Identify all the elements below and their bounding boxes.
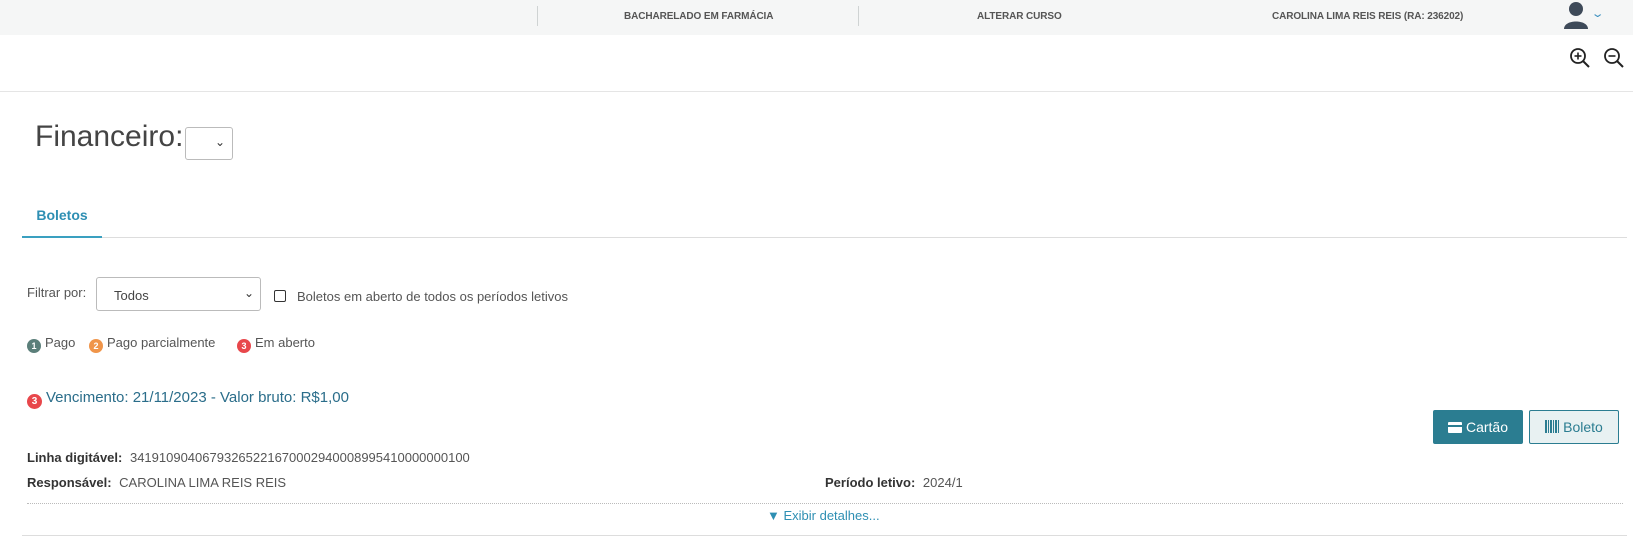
legend-label: Pago	[45, 335, 76, 350]
chevron-down-icon: ⌄	[243, 286, 254, 300]
filter-selected-value: Todos	[114, 288, 149, 303]
boleto-button-label: Boleto	[1563, 419, 1603, 435]
chevron-down-icon[interactable]: ⌄	[1591, 7, 1605, 20]
zoom-in-icon[interactable]	[1569, 47, 1591, 69]
credit-card-icon	[1447, 422, 1462, 433]
legend-label: Em aberto	[255, 335, 315, 350]
tab-bar: Boletos	[22, 200, 1627, 238]
barcode-icon	[1545, 420, 1561, 433]
page-title: Financeiro:	[35, 120, 184, 153]
boleto-title-link[interactable]: 3 Vencimento: 21/11/2023 - Valor bruto: R…	[27, 389, 349, 409]
nav-divider	[537, 6, 538, 26]
divider	[27, 503, 1623, 504]
legend-item-pago-parcialmente: 2 Pago parcialmente	[89, 335, 215, 353]
chevron-down-icon: ⌄	[214, 135, 225, 149]
pay-card-label: Cartão	[1465, 419, 1509, 435]
toolbar	[0, 35, 1633, 92]
status-badge: 3	[27, 394, 42, 409]
boleto-title-text: Vencimento: 21/11/2023 - Valor bruto: R$…	[46, 389, 349, 406]
periodo-letivo-value: 2024/1	[922, 475, 963, 490]
legend-label: Pago parcialmente	[107, 335, 216, 350]
status-badge: 2	[89, 339, 103, 353]
tab-boletos[interactable]: Boletos	[22, 200, 102, 238]
user-avatar-icon[interactable]	[1563, 1, 1589, 29]
divider	[22, 535, 1627, 536]
linha-digitavel-value: 3419109040679326522167000294000899541000…	[129, 450, 470, 465]
filter-select[interactable]: Todos ⌄	[96, 277, 261, 311]
periodo-letivo-label: Período letivo:	[825, 475, 916, 490]
nav-change-course[interactable]: ALTERAR CURSO	[977, 11, 1062, 22]
status-badge: 1	[27, 339, 41, 353]
responsavel-label: Responsável:	[27, 475, 112, 490]
responsavel: Responsável: CAROLINA LIMA REIS REIS	[27, 475, 286, 490]
pay-card-button[interactable]: Cartão	[1433, 410, 1523, 444]
filter-label: Filtrar por:	[27, 285, 87, 300]
zoom-out-icon[interactable]	[1603, 47, 1625, 69]
periodo-letivo: Período letivo: 2024/1	[825, 475, 963, 490]
top-navbar: BACHARELADO EM FARMÁCIA ALTERAR CURSO CA…	[0, 0, 1633, 35]
nav-divider	[858, 6, 859, 26]
linha-digitavel: Linha digitável: 34191090406793265221670…	[27, 450, 470, 465]
financeiro-select[interactable]: ⌄	[185, 127, 233, 160]
responsavel-value: CAROLINA LIMA REIS REIS	[119, 475, 287, 490]
status-badge: 3	[237, 339, 251, 353]
legend-item-em-aberto: 3 Em aberto	[237, 335, 315, 353]
show-details-link[interactable]: ▼ Exibir detalhes...	[767, 508, 880, 523]
nav-course[interactable]: BACHARELADO EM FARMÁCIA	[624, 11, 773, 22]
linha-digitavel-label: Linha digitável:	[27, 450, 123, 465]
open-boletos-checkbox[interactable]	[274, 290, 286, 302]
nav-user-name[interactable]: CAROLINA LIMA REIS REIS (RA: 236202)	[1272, 11, 1463, 22]
legend-item-pago: 1 Pago	[27, 335, 75, 353]
boleto-button[interactable]: Boleto	[1529, 410, 1619, 444]
open-boletos-checkbox-label[interactable]: Boletos em aberto de todos os períodos l…	[297, 289, 568, 304]
